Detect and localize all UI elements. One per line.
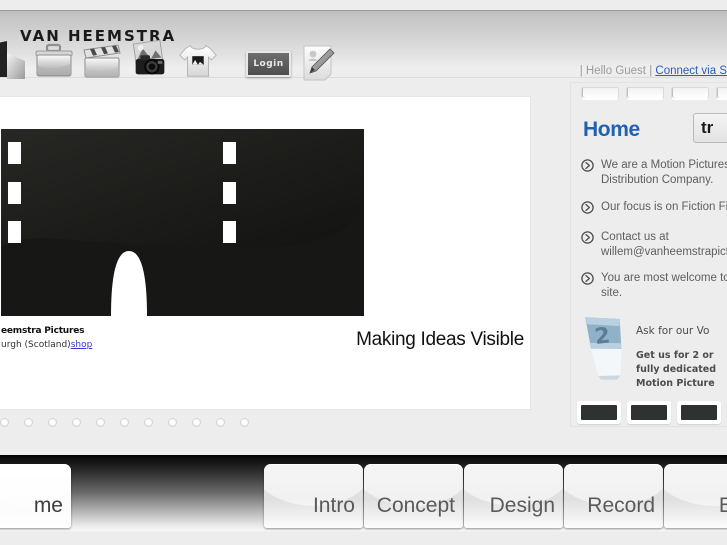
pager-dot[interactable] [96, 418, 105, 427]
thumbnail-image [581, 405, 617, 420]
sidebar-mini-tab[interactable] [626, 87, 664, 100]
translate-label: tr [701, 118, 714, 137]
page-root: VAN HEEMSTRA Login | Hello Guest | Conne… [0, 0, 727, 545]
nav-tab-record[interactable]: Record [564, 464, 663, 528]
pager-dot[interactable] [24, 418, 33, 427]
sidebar-bullet-item: Our focus is on Fiction Film [581, 200, 727, 219]
pager-dot[interactable] [144, 418, 153, 427]
sidebar-tab-strip [581, 87, 727, 100]
pager-dot[interactable] [72, 418, 81, 427]
promo-text: Ask for our Vo Get us for 2 or fully dedi… [636, 311, 716, 390]
login-label: Login [253, 59, 284, 69]
header-icon-row [0, 39, 224, 81]
sidebar-bullet-text: Contact us at willem@vanheemstrapictu [601, 230, 727, 258]
nav-tab-strip: me Intro Concept Design Record Edit [0, 464, 727, 528]
sidebar-mini-tab[interactable] [716, 87, 727, 100]
sidebar-panel: Home tr We are a Motion Pictures I Distri… [570, 82, 727, 427]
connect-link[interactable]: Connect via S [655, 65, 727, 77]
sidebar-video-thumbnail[interactable] [677, 401, 721, 424]
sidebar-bullet-item: You are most welcome to site. [581, 271, 727, 302]
nav-tab-label: Edit [718, 494, 727, 517]
guest-label: | Hello Guest | [579, 65, 653, 77]
sidebar-bullet-text: We are a Motion Pictures I Distribution C… [601, 159, 727, 187]
sidebar-thumbnail-row [577, 401, 727, 424]
nav-tab-label: Record [587, 494, 655, 517]
sidebar-bullet-item: We are a Motion Pictures I Distribution C… [581, 158, 727, 189]
briefcase-icon[interactable] [32, 39, 76, 81]
translate-button[interactable]: tr [693, 113, 727, 143]
login-button[interactable]: Login [246, 51, 291, 77]
sidebar-title: Home [583, 118, 640, 141]
company-info: eemstra Pictures urgh (Scotland)shop [1, 325, 92, 353]
pager-dot[interactable] [192, 418, 201, 427]
nav-tab-design[interactable]: Design [464, 464, 563, 528]
register-icon[interactable] [300, 43, 338, 83]
door-icon[interactable] [0, 39, 28, 81]
company-city: urgh (Scotland) [1, 339, 71, 350]
pager-dot[interactable] [240, 418, 249, 427]
nav-tab-label: Intro [312, 494, 355, 517]
sidebar-video-thumbnail[interactable] [627, 401, 671, 424]
thumbnail-image [681, 405, 717, 420]
pager-dot[interactable] [216, 418, 225, 427]
chevron-right-circle-icon [581, 159, 594, 189]
chevron-right-circle-icon [581, 272, 594, 302]
slideshow-pager [0, 414, 531, 436]
nav-tab-edit[interactable]: Edit [664, 464, 727, 528]
sidebar-bullet-list: We are a Motion Pictures I Distribution C… [581, 158, 727, 313]
header-bar: VAN HEEMSTRA Login | Hello Guest | Conne… [0, 10, 727, 81]
sidebar-mini-tab[interactable] [581, 87, 619, 100]
nav-tab-intro[interactable]: Intro [264, 464, 363, 528]
nav-tab-concept[interactable]: Concept [364, 464, 463, 528]
hero-film-strip-image [1, 129, 364, 316]
pager-dot[interactable] [48, 418, 57, 427]
pager-dot[interactable] [168, 418, 177, 427]
sidebar-bullet-text: You are most welcome to site. [601, 272, 727, 300]
nav-tab-spacer [72, 464, 263, 528]
pager-dot[interactable] [0, 418, 9, 427]
promo-badge-image: 2 [583, 311, 627, 383]
guest-status: | Hello Guest | Connect via S [580, 65, 727, 77]
thumbnail-image [631, 405, 667, 420]
pager-dot[interactable] [120, 418, 129, 427]
company-location: urgh (Scotland)shop [1, 339, 92, 353]
sidebar-bullet-text: Our focus is on Fiction Film [601, 200, 727, 213]
tshirt-icon[interactable] [176, 39, 220, 81]
sidebar-promo[interactable]: 2 Ask for our Vo Get us for 2 or fully de… [583, 311, 727, 390]
main-content-panel: eemstra Pictures urgh (Scotland)shop Mak… [0, 96, 531, 410]
sidebar-bullet-item: Contact us at willem@vanheemstrapictu [581, 230, 727, 261]
nav-tab-label: Concept [376, 494, 455, 517]
chevron-right-circle-icon [581, 200, 594, 219]
nav-tab-label: Design [489, 494, 555, 517]
tagline: Making Ideas Visible [356, 329, 524, 350]
nav-tab-me[interactable]: me [0, 464, 71, 528]
sidebar-mini-tab[interactable] [671, 87, 709, 100]
promo-heading: Ask for our Vo [636, 325, 710, 337]
bottom-navigation: me Intro Concept Design Record Edit [0, 455, 727, 533]
clapperboard-icon[interactable] [80, 39, 124, 81]
chevron-right-circle-icon [581, 230, 594, 261]
photo-camera-icon[interactable] [128, 39, 172, 81]
shop-link[interactable]: shop [71, 340, 93, 350]
nav-tab-label: me [33, 494, 63, 517]
promo-body: Get us for 2 or fully dedicated Motion Pic… [636, 350, 717, 389]
sidebar-video-thumbnail[interactable] [577, 401, 621, 424]
svg-text:2: 2 [593, 323, 611, 350]
company-name: eemstra Pictures [1, 326, 85, 336]
